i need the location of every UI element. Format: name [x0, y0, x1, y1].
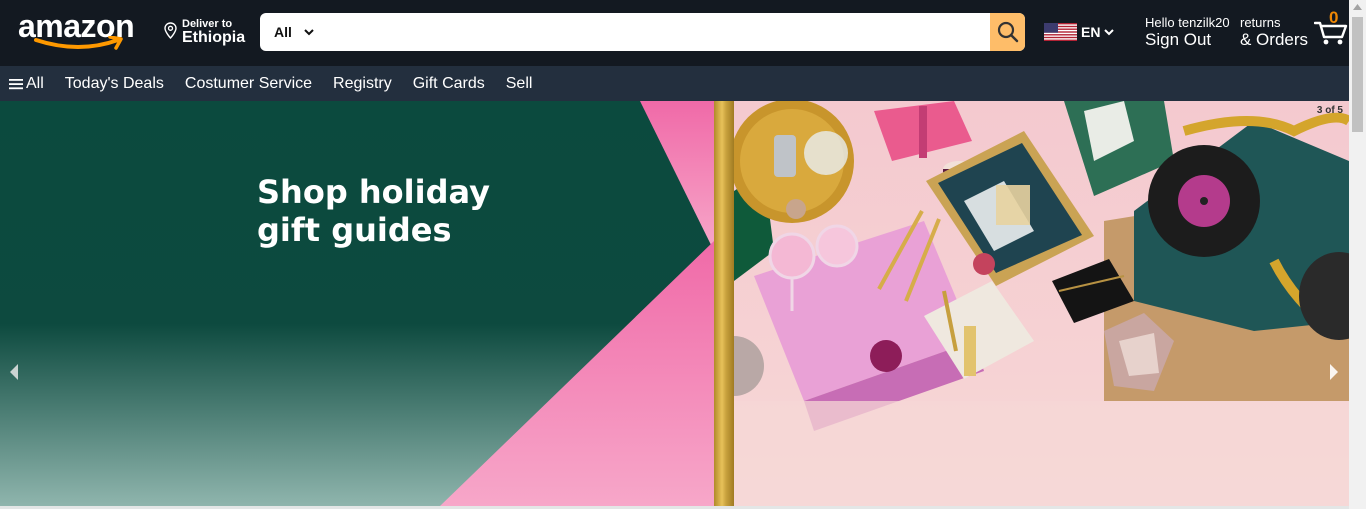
hero-title-line2: gift guides: [257, 211, 452, 249]
search-bar: All: [260, 13, 1025, 51]
nav-item-sell[interactable]: Sell: [506, 75, 533, 93]
account-greeting: Hello tenzilk20: [1145, 15, 1230, 30]
hero-title: Shop holiday gift guides: [257, 173, 517, 249]
location-pin-icon: [164, 22, 177, 39]
orders-label: & Orders: [1240, 30, 1309, 49]
secondary-navbar: All Today's Deals Costumer Service Regis…: [0, 66, 1349, 101]
smile-arrow-icon: [34, 36, 123, 50]
scrollbar-thumb[interactable]: [1352, 17, 1363, 132]
nav-item-registry[interactable]: Registry: [333, 75, 392, 93]
nav-item-label: All: [26, 74, 44, 92]
returns-label: returns: [1240, 15, 1281, 30]
cart-icon: [1314, 21, 1348, 45]
arrow-right-icon[interactable]: [1328, 363, 1340, 381]
gift-products-image: [734, 101, 1349, 506]
slide-counter: 3 of 5: [1316, 105, 1343, 116]
cart-button[interactable]: 0: [1314, 8, 1348, 48]
hero-title-line1: Shop holiday: [257, 173, 490, 211]
deliver-to[interactable]: Deliver to Ethiopia: [164, 14, 252, 50]
amazon-logo[interactable]: amazon: [18, 6, 146, 54]
scroll-up-arrow-icon[interactable]: [1353, 4, 1362, 10]
us-flag-icon: [1044, 23, 1077, 41]
nav-item-todays-deals[interactable]: Today's Deals: [65, 75, 164, 93]
account-menu[interactable]: Hello tenzilk20 Sign Out: [1145, 15, 1230, 49]
hero-banner-background: [0, 101, 714, 506]
returns-orders[interactable]: returns & Orders: [1240, 15, 1308, 49]
hamburger-icon: [9, 78, 23, 89]
nav-item-gift-cards[interactable]: Gift Cards: [413, 75, 485, 93]
page-scrollbar[interactable]: [1349, 0, 1366, 509]
sign-out-link[interactable]: Sign Out: [1145, 30, 1230, 49]
language-code: EN: [1081, 24, 1101, 40]
search-button[interactable]: [990, 13, 1025, 51]
deliver-location: Ethiopia: [182, 29, 246, 46]
nav-item-all[interactable]: All: [9, 75, 44, 93]
nav-item-customer-service[interactable]: Costumer Service: [185, 75, 312, 93]
chevron-down-icon: [304, 28, 314, 35]
search-input[interactable]: [326, 13, 990, 51]
search-category-label: All: [274, 24, 292, 40]
search-icon: [997, 21, 1018, 43]
top-navbar: amazon Deliver to Ethiopia All EN Hello …: [0, 0, 1349, 66]
arrow-left-icon[interactable]: [8, 363, 20, 381]
language-selector[interactable]: EN: [1044, 22, 1115, 42]
chevron-down-icon: [1104, 28, 1115, 35]
search-category-select[interactable]: All: [260, 13, 326, 51]
hero-carousel[interactable]: Shop holiday gift guides 3 of 5: [0, 101, 1349, 506]
gold-glitter-divider: [714, 101, 734, 506]
